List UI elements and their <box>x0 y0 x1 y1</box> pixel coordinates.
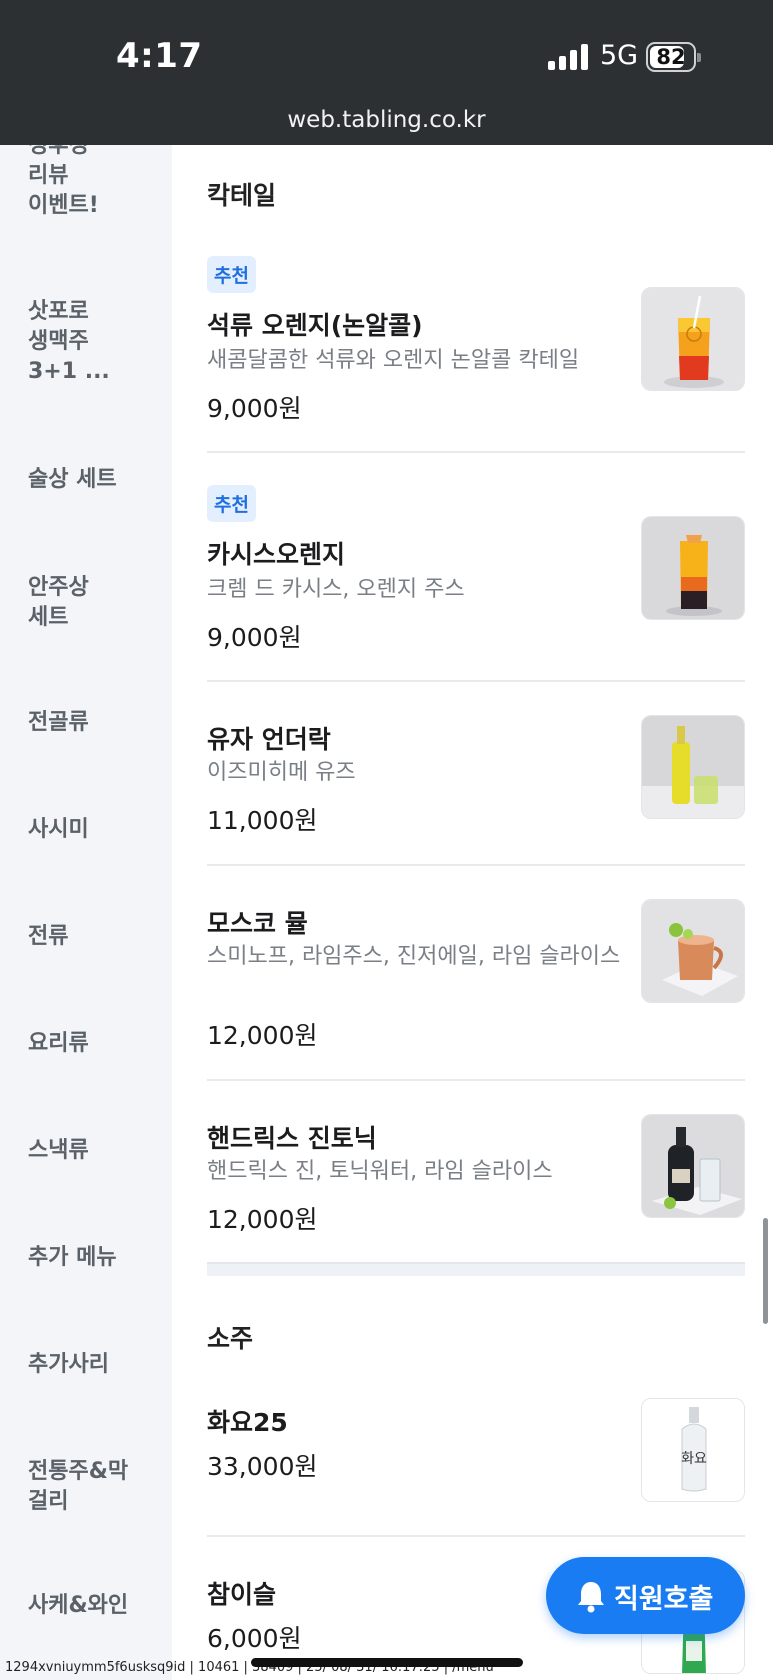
recommend-badge: 추천 <box>207 485 256 522</box>
status-bar: 4:17 5G 82 web.tabling.co.kr <box>0 0 773 145</box>
menu-item-image <box>641 899 745 1003</box>
menu-item-name: 유자 언더락 <box>207 725 331 754</box>
menu-item-desc: 새콤달콤한 석류와 오렌지 논알콜 칵테일 <box>207 348 580 373</box>
menu-item-desc: 스미노프, 라임주스, 진저에일, 라임 슬라이스 <box>207 944 621 969</box>
signal-icon <box>548 44 588 70</box>
sidebar-item-sake-wine[interactable]: 사케&와인 <box>28 1591 163 1621</box>
status-time: 4:17 <box>116 36 203 76</box>
svg-text:화요: 화요 <box>681 1451 707 1467</box>
menu-item-name: 모스코 뮬 <box>207 909 308 938</box>
staff-call-button[interactable]: 직원호출 <box>546 1557 745 1634</box>
menu-item-name: 핸드릭스 진토닉 <box>207 1124 377 1153</box>
menu-item-name: 화요25 <box>207 1408 288 1437</box>
menu-item-desc: 이즈미히메 유즈 <box>207 760 356 785</box>
divider <box>207 451 745 453</box>
menu-item[interactable]: 추천 카시스오렌지 크렘 드 카시스, 오렌지 주스 9,000원 <box>207 485 745 652</box>
divider <box>207 680 745 682</box>
sidebar-item-sapporo[interactable]: 삿포로 생맥주 3+1 ... <box>28 297 163 387</box>
section-title-soju: 소주 <box>207 1324 254 1353</box>
menu-item[interactable]: 추천 석류 오렌지(논알콜) 새콤달콤한 석류와 오렌지 논알콜 칵테일 9,0… <box>207 256 745 423</box>
sidebar-item-review-event[interactable]: 정후정 리뷰 이벤트! <box>28 145 163 221</box>
bell-icon <box>578 1582 604 1613</box>
menu-item-price: 6,000원 <box>207 1624 302 1653</box>
section-title-cocktail: 칵테일 <box>207 181 277 210</box>
section-separator <box>207 1262 745 1276</box>
sidebar-item-sashimi[interactable]: 사시미 <box>28 815 163 845</box>
menu-item-price: 9,000원 <box>207 394 302 423</box>
menu-content: 칵테일 추천 석류 오렌지(논알콜) 새콤달콤한 석류와 오렌지 논알콜 칵테일… <box>172 145 773 1680</box>
category-sidebar: 정후정 리뷰 이벤트! 삿포로 생맥주 3+1 ... 술상 세트 안주상 세트 전골류 … <box>0 145 172 1680</box>
menu-item-price: 11,000원 <box>207 806 318 835</box>
sidebar-item-snacks[interactable]: 스낵류 <box>28 1136 163 1166</box>
home-indicator <box>251 1658 523 1667</box>
sidebar-item-drink-set[interactable]: 술상 세트 <box>28 465 163 495</box>
menu-item[interactable]: 핸드릭스 진토닉 핸드릭스 진, 토닉워터, 라임 슬라이스 12,000원 <box>207 1114 745 1234</box>
menu-item[interactable]: 유자 언더락 이즈미히메 유즈 11,000원 <box>207 715 745 835</box>
sidebar-item-extra-sari[interactable]: 추가사리 <box>28 1350 163 1380</box>
network-type: 5G <box>600 40 639 71</box>
menu-item-desc: 크렘 드 카시스, 오렌지 주스 <box>207 577 465 602</box>
sidebar-item-traditional[interactable]: 전통주&막 걸리 <box>28 1457 163 1517</box>
scrollbar[interactable] <box>763 1218 768 1324</box>
menu-item[interactable]: 모스코 뮬 스미노프, 라임주스, 진저에일, 라임 슬라이스 12,000원 <box>207 899 745 1050</box>
menu-item-image: 화요 <box>641 1398 745 1502</box>
battery-icon: 82 <box>646 42 701 72</box>
sidebar-item-dishes[interactable]: 요리류 <box>28 1029 163 1059</box>
divider <box>207 1079 745 1081</box>
menu-item-image <box>641 1114 745 1218</box>
sidebar-item-anju-set[interactable]: 안주상 세트 <box>28 573 163 633</box>
menu-item-name: 석류 오렌지(논알콜) <box>207 311 423 340</box>
recommend-badge: 추천 <box>207 256 256 293</box>
sidebar-item-jeon[interactable]: 전류 <box>28 922 163 952</box>
menu-item-price: 12,000원 <box>207 1205 318 1234</box>
menu-item-name: 카시스오렌지 <box>207 540 346 569</box>
menu-item-desc: 핸드릭스 진, 토닉워터, 라임 슬라이스 <box>207 1159 553 1184</box>
url-bar[interactable]: web.tabling.co.kr <box>0 107 773 133</box>
menu-item-price: 33,000원 <box>207 1452 318 1481</box>
menu-item-price: 9,000원 <box>207 623 302 652</box>
menu-item-name: 참이슬 <box>207 1580 277 1609</box>
divider <box>207 1535 745 1537</box>
menu-item-image <box>641 516 745 620</box>
sidebar-item-jeongol[interactable]: 전골류 <box>28 708 163 738</box>
menu-item[interactable]: 화요25 33,000원 화요 <box>207 1398 745 1502</box>
battery-percent: 82 <box>656 45 686 69</box>
menu-item-price: 12,000원 <box>207 1021 318 1050</box>
menu-item-image <box>641 715 745 819</box>
sidebar-item-extra-menu[interactable]: 추가 메뉴 <box>28 1243 163 1273</box>
menu-item-image <box>641 287 745 391</box>
divider <box>207 864 745 866</box>
staff-call-label: 직원호출 <box>614 1584 714 1615</box>
